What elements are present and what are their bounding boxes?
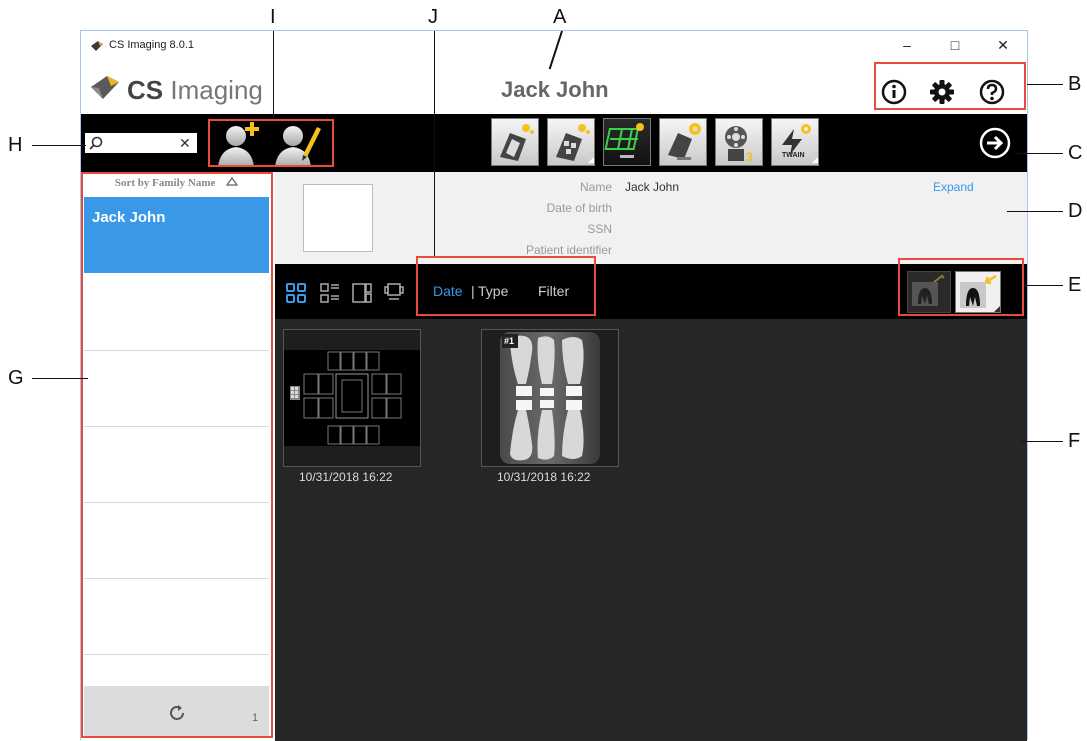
callout-line-g	[32, 378, 88, 379]
ssn-label: SSN	[587, 222, 612, 236]
patient-info-panel: Name Jack John Date of birth SSN Patient…	[275, 172, 1027, 264]
patient-id-label: Patient identifier	[525, 243, 612, 257]
fmx-template-icon	[604, 123, 644, 158]
bitewing-xray-thumbnail	[500, 332, 600, 464]
callout-b: B	[1068, 73, 1082, 95]
app-logo-icon	[90, 39, 104, 51]
callout-line-d	[1007, 211, 1063, 212]
name-value: Jack John	[625, 180, 680, 194]
minimize-button[interactable]: –	[897, 37, 917, 53]
callout-i: I	[270, 6, 276, 28]
twain-label: TWAIN	[782, 152, 805, 159]
search-icon	[89, 136, 103, 150]
split-view-icon[interactable]	[351, 282, 373, 304]
callout-e: E	[1068, 274, 1082, 296]
slide-view-icon[interactable]	[383, 282, 405, 304]
twain-import-button[interactable]: TWAIN	[771, 118, 819, 166]
callout-box-b	[874, 62, 1026, 110]
xray-sensor-icon	[500, 124, 534, 161]
maximize-button[interactable]: □	[945, 37, 965, 53]
patient-name-header: Jack John	[501, 77, 609, 102]
callout-box-g	[81, 172, 273, 738]
image-date: 10/31/2018 16:22	[299, 470, 393, 484]
callout-j: J	[428, 6, 438, 28]
clear-search-button[interactable]: ✕	[179, 135, 191, 152]
callout-a: A	[553, 6, 567, 28]
film-reel-icon: 3	[725, 126, 753, 164]
patient-photo[interactable]	[303, 184, 373, 252]
image-thumbnail[interactable]	[283, 329, 421, 467]
cs-imaging-logo-icon	[89, 73, 119, 101]
xray-series-icon	[556, 124, 594, 163]
expand-link[interactable]: Expand	[933, 180, 974, 194]
callout-line-i	[273, 31, 274, 119]
callout-line-j	[434, 31, 435, 256]
fmx-template-thumbnail	[284, 350, 420, 446]
callout-line-f	[1022, 441, 1063, 442]
callout-box-j	[416, 256, 596, 316]
image-badge: #1	[504, 336, 515, 346]
callout-c: C	[1068, 142, 1083, 164]
callout-box-e	[898, 258, 1024, 316]
app-name: CS Imaging	[127, 75, 263, 105]
callout-line-h	[32, 145, 86, 146]
intraoral-acquisition-button[interactable]	[491, 118, 539, 166]
callout-line-c	[1014, 153, 1063, 154]
sensor-acquisition-button[interactable]	[547, 118, 595, 166]
film-scanner-button[interactable]: 3	[715, 118, 763, 166]
name-label: Name	[579, 180, 612, 194]
arrow-right-circle-icon	[979, 127, 1011, 159]
callout-d: D	[1068, 200, 1083, 222]
image-gallery: 10/31/2018 16:22 #1 10/31/2018 16:22	[275, 319, 1027, 741]
list-view-icon[interactable]	[319, 282, 341, 304]
search-input[interactable]	[105, 134, 177, 152]
callout-line-b	[1027, 84, 1063, 85]
image-date: 10/31/2018 16:22	[497, 470, 591, 484]
fmx-acquisition-button[interactable]	[603, 118, 651, 166]
search-box[interactable]: ✕	[85, 133, 197, 153]
callout-h: H	[8, 134, 23, 156]
image-thumbnail[interactable]: #1	[481, 329, 619, 467]
window-title: CS Imaging 8.0.1	[109, 39, 194, 51]
callout-box-i	[208, 119, 334, 167]
grid-view-icon[interactable]	[285, 282, 307, 304]
callout-f: F	[1068, 430, 1081, 452]
svg-text:3: 3	[746, 150, 753, 164]
next-button[interactable]	[979, 127, 1011, 159]
close-button[interactable]: ✕	[993, 37, 1013, 54]
dob-label: Date of birth	[546, 201, 612, 215]
callout-line-e	[1024, 285, 1063, 286]
callout-g: G	[8, 367, 24, 389]
device-settings-button[interactable]	[659, 118, 707, 166]
sensor-settings-icon	[668, 123, 701, 160]
